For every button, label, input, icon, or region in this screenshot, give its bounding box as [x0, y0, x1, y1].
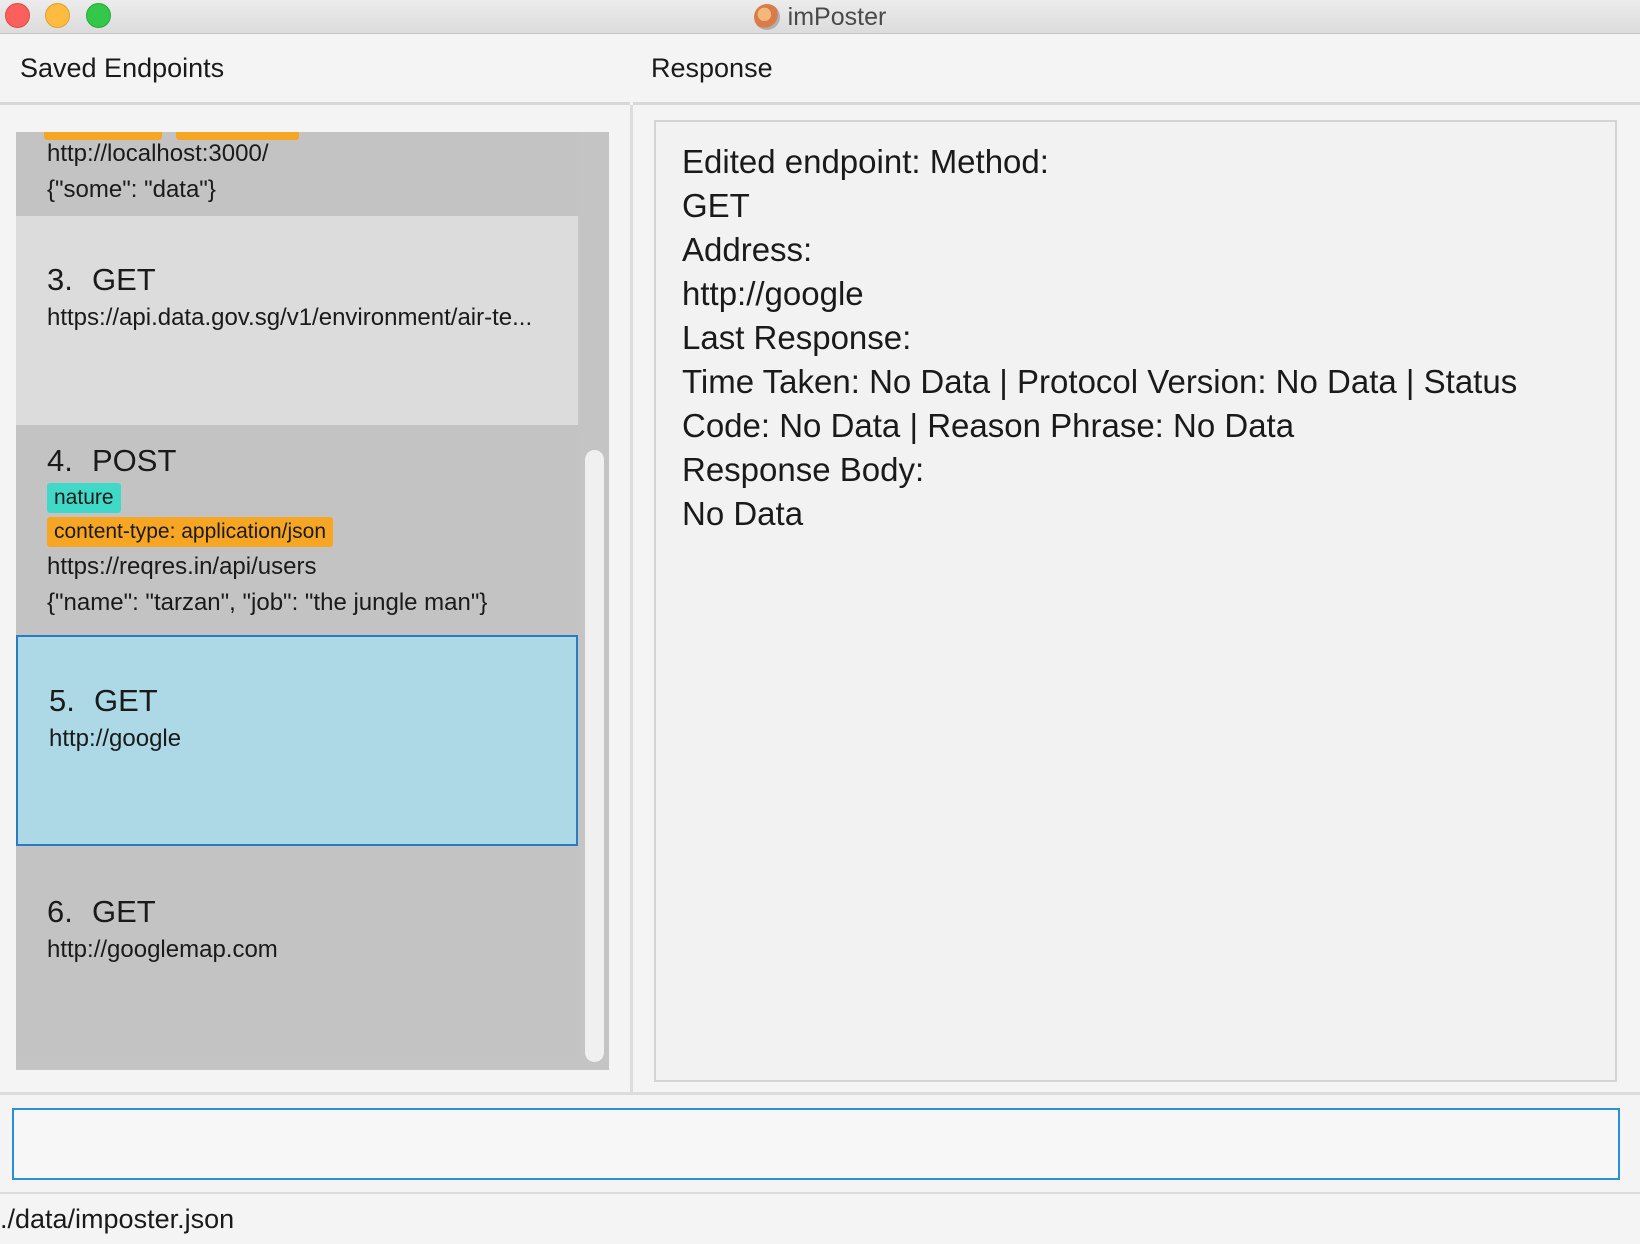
response-line: Edited endpoint: Method: — [682, 143, 1049, 180]
endpoint-method: POST — [92, 443, 177, 478]
header-tag — [44, 132, 162, 140]
endpoint-index: 6. — [47, 894, 73, 929]
title-bar: imPoster — [0, 0, 1640, 34]
pane-divider[interactable] — [630, 105, 633, 1092]
endpoint-list[interactable]: http://localhost:3000/ {"some": "data"} … — [16, 132, 609, 1070]
endpoint-heading: 6. GET — [47, 892, 578, 932]
endpoint-card-partial[interactable]: http://localhost:3000/ {"some": "data"} — [16, 132, 578, 216]
endpoint-card-6[interactable]: 6. GET http://googlemap.com — [16, 846, 578, 1056]
endpoint-card-5[interactable]: 5. GET http://google — [16, 635, 578, 846]
endpoint-index: 3. — [47, 262, 73, 297]
endpoint-heading: 5. GET — [49, 681, 576, 721]
endpoint-address: https://reqres.in/api/users — [47, 553, 317, 580]
window-title-group: imPoster — [0, 0, 1640, 34]
saved-endpoints-header: Saved Endpoints — [0, 35, 630, 105]
status-bar: ./data/imposter.json — [0, 1192, 1640, 1244]
response-line: Time Taken: No Data | Protocol Version: … — [682, 363, 1518, 400]
endpoint-list-content: http://localhost:3000/ {"some": "data"} … — [16, 132, 578, 1056]
response-display: Edited endpoint: Method: GET Address: ht… — [654, 120, 1617, 1082]
response-line: Code: No Data | Reason Phrase: No Data — [682, 407, 1295, 444]
window-title: imPoster — [787, 2, 887, 31]
endpoint-tag: nature — [47, 483, 121, 513]
endpoint-heading: 4. POST — [47, 441, 578, 481]
endpoint-body: {"some": "data"} — [47, 176, 216, 203]
endpoint-list-scroll-thumb[interactable] — [585, 450, 604, 1062]
endpoint-body: {"name": "tarzan", "job": "the jungle ma… — [47, 589, 488, 616]
command-input[interactable] — [12, 1108, 1620, 1180]
response-line: Address: — [682, 231, 813, 268]
endpoint-heading: 3. GET — [47, 260, 578, 300]
endpoint-address: http://googlemap.com — [47, 936, 278, 963]
endpoint-address: http://google — [49, 725, 182, 752]
endpoint-method: GET — [92, 894, 156, 929]
endpoint-method: GET — [94, 683, 158, 718]
endpoint-address: https://api.data.gov.sg/v1/environment/a… — [47, 304, 533, 331]
response-line: Last Response: — [682, 319, 912, 356]
header-tag: content-type: application/json — [47, 517, 334, 547]
endpoint-card-4[interactable]: 4. POST nature content-type: application/… — [16, 425, 578, 635]
endpoint-card-3[interactable]: 3. GET https://api.data.gov.sg/v1/environ… — [16, 216, 578, 425]
response-line: http://google — [682, 275, 864, 312]
app-logo-icon — [753, 4, 780, 30]
data-file-path: ./data/imposter.json — [0, 1203, 235, 1234]
header-tag — [176, 132, 299, 140]
partial-tags — [44, 132, 299, 142]
response-line: GET — [682, 187, 750, 224]
endpoint-index: 4. — [47, 443, 73, 478]
endpoint-index: 5. — [49, 683, 75, 718]
response-line: No Data — [682, 495, 804, 532]
response-line: Response Body: — [682, 451, 925, 488]
endpoint-method: GET — [92, 262, 156, 297]
response-header: Response — [633, 35, 1640, 105]
